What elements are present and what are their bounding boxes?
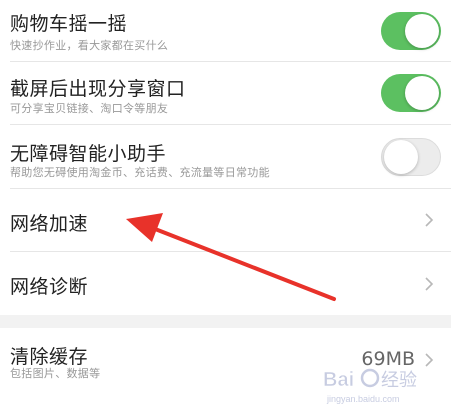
setting-row-accessibility-assistant[interactable]: 无障碍智能小助手 帮助您无碍使用淘金币、充话费、充流量等日常功能 (0, 125, 451, 189)
setting-title: 购物车摇一摇 (10, 13, 128, 35)
screenshot-share-toggle[interactable] (381, 74, 441, 112)
toggle-knob (384, 140, 418, 174)
svg-text:Bai: Bai (323, 369, 354, 391)
setting-title: 网络诊断 (10, 276, 89, 298)
setting-subtitle: 帮助您无碍使用淘金币、充话费、充流量等日常功能 (10, 166, 270, 179)
baidu-watermark-logo: Bai 经验 jingyan.baidu.com (323, 369, 417, 404)
accessibility-assistant-toggle[interactable] (381, 138, 441, 176)
section-gap (0, 315, 451, 328)
setting-row-network-diagnosis[interactable]: 网络诊断 (0, 252, 451, 315)
cart-shake-toggle[interactable] (381, 12, 441, 50)
setting-row-cart-shake[interactable]: 购物车摇一摇 快速抄作业，看大家都在买什么 (0, 0, 451, 62)
setting-title: 无障碍智能小助手 (10, 143, 167, 165)
toggle-knob (405, 14, 439, 48)
setting-row-screenshot-share[interactable]: 截屏后出现分享窗口 可分享宝贝链接、淘口令等朋友 (0, 62, 451, 125)
setting-subtitle: 快速抄作业，看大家都在买什么 (10, 39, 169, 52)
chevron-right-icon (425, 213, 434, 227)
svg-text:jingyan.baidu.com: jingyan.baidu.com (326, 394, 400, 404)
setting-subtitle: 包括图片、数据等 (10, 367, 101, 380)
setting-title: 网络加速 (10, 213, 89, 235)
setting-subtitle: 可分享宝贝链接、淘口令等朋友 (10, 102, 169, 115)
toggle-knob (405, 76, 439, 110)
setting-row-network-acceleration[interactable]: 网络加速 (0, 189, 451, 252)
svg-text:经验: 经验 (381, 370, 417, 390)
chevron-right-icon (425, 277, 434, 291)
setting-title: 截屏后出现分享窗口 (10, 78, 186, 100)
